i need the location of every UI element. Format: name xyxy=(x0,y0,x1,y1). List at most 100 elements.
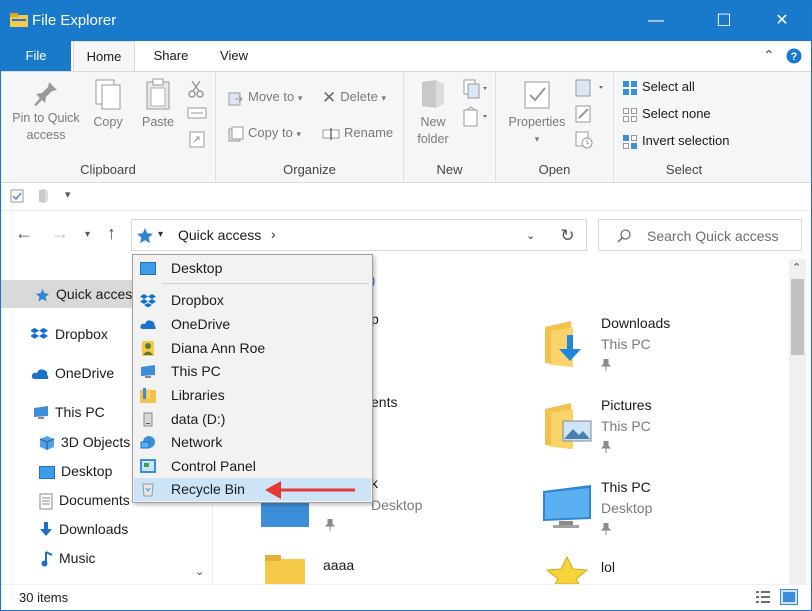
easy-access-icon[interactable] xyxy=(462,106,488,128)
search-box[interactable]: Search Quick access xyxy=(598,219,802,251)
forward-arrow-icon[interactable]: → xyxy=(51,223,69,244)
invert-selection-button[interactable]: Invert selection xyxy=(622,130,729,152)
title-bar[interactable]: File Explorer — ☐ ✕ xyxy=(1,1,811,41)
rename-icon xyxy=(322,127,340,140)
quick-access-toolbar: ▾ xyxy=(1,183,811,211)
history-icon[interactable] xyxy=(574,130,594,150)
scroll-down-chevron-icon[interactable]: ⌄ xyxy=(195,565,204,578)
properties-button[interactable]: Properties ▾ xyxy=(504,78,570,148)
edit-icon[interactable] xyxy=(574,104,594,124)
nav-item-music[interactable]: Music xyxy=(1,544,191,572)
select-none-button[interactable]: Select none xyxy=(622,103,711,125)
dropdown-item-libraries[interactable]: Libraries xyxy=(134,384,371,407)
tile-this-pc[interactable]: This PC Desktop xyxy=(537,475,777,553)
address-path[interactable]: Quick access xyxy=(178,227,261,243)
tab-file[interactable]: File xyxy=(1,41,71,71)
close-button[interactable]: ✕ xyxy=(759,1,805,41)
minimize-button[interactable]: — xyxy=(633,1,679,41)
drive-icon xyxy=(143,412,153,427)
dropdown-item-diana-ann-roe[interactable]: Diana Ann Roe xyxy=(134,337,371,360)
tile-name-aaaa[interactable]: aaaa xyxy=(323,557,354,573)
file-explorer-window: File Explorer — ☐ ✕ File Home Share View… xyxy=(0,0,812,611)
copy-to-icon xyxy=(228,126,244,142)
pin-to-quick-access-button[interactable]: Pin to Quick access xyxy=(7,78,85,144)
address-dropdown-chevron-icon[interactable]: ▾ xyxy=(158,229,163,240)
delete-button[interactable]: ✕ Delete ▾ xyxy=(322,86,386,108)
nav-item-downloads[interactable]: Downloads xyxy=(1,515,191,543)
back-arrow-icon[interactable]: ← xyxy=(15,223,33,244)
scrollbar-thumb[interactable] xyxy=(791,279,804,355)
pin-icon xyxy=(601,441,611,453)
copy-to-button[interactable]: Copy to ▾ xyxy=(228,122,301,144)
open-group-label: Open xyxy=(538,162,571,177)
new-folder-button[interactable]: New folder xyxy=(408,78,458,148)
star-folder-icon xyxy=(545,555,589,584)
desktop-icon xyxy=(39,465,55,479)
select-all-button[interactable]: Select all xyxy=(622,76,695,98)
dropdown-item-onedrive[interactable]: OneDrive xyxy=(134,313,371,336)
dropbox-icon xyxy=(31,328,49,339)
move-to-button[interactable]: Move to ▾ xyxy=(228,86,302,108)
dropdown-item-dropbox[interactable]: Dropbox xyxy=(134,289,371,312)
star-icon xyxy=(35,288,50,302)
details-view-icon[interactable] xyxy=(755,590,771,604)
select-none-icon xyxy=(623,107,637,122)
ribbon: Pin to Quick access Copy Paste Clipboard… xyxy=(1,71,811,183)
paste-button[interactable]: Paste xyxy=(137,78,179,131)
organize-group-label: Organize xyxy=(283,162,336,177)
up-arrow-icon[interactable]: ↑ xyxy=(107,223,116,244)
refresh-button[interactable]: ↻ xyxy=(549,219,587,251)
tab-view[interactable]: View xyxy=(206,41,262,71)
large-icons-view-icon[interactable] xyxy=(780,589,798,605)
copy-path-icon[interactable] xyxy=(187,106,207,120)
music-icon xyxy=(41,551,53,567)
navigation-bar: ← → ▾ ↑ ▾ Quick access › ⌄ ↻ Search Quic… xyxy=(1,211,811,259)
customize-toolbar-icon[interactable]: ▾ xyxy=(65,188,71,201)
tab-share[interactable]: Share xyxy=(141,41,201,71)
open-with-icon[interactable] xyxy=(574,78,604,98)
partial-tile-text: ents xyxy=(371,394,398,410)
select-group-label: Select xyxy=(665,162,703,177)
new-folder-icon[interactable] xyxy=(37,188,49,204)
tile-pictures[interactable]: Pictures This PC xyxy=(537,393,777,471)
address-history-chevron-icon[interactable]: ⌄ xyxy=(526,229,535,242)
tab-home[interactable]: Home xyxy=(73,41,135,72)
dropdown-item-network[interactable]: Network xyxy=(134,431,371,454)
paste-shortcut-icon[interactable] xyxy=(189,130,205,148)
new-group-label: New xyxy=(436,162,463,177)
ribbon-tab-bar: File Home Share View ⌃ ? xyxy=(1,41,811,72)
dropdown-item-data-d[interactable]: data (D:) xyxy=(134,408,371,431)
pc-icon xyxy=(34,406,48,420)
content-scrollbar[interactable]: ⌃ xyxy=(789,259,806,584)
address-bar[interactable]: ▾ Quick access › ⌄ xyxy=(131,219,587,251)
pc-icon xyxy=(141,365,155,378)
dropdown-item-desktop[interactable]: Desktop xyxy=(134,257,371,280)
rename-button[interactable]: Rename xyxy=(322,122,393,144)
item-count: 30 items xyxy=(19,590,69,605)
search-placeholder: Search Quick access xyxy=(647,228,779,244)
scroll-up-chevron-icon[interactable]: ⌃ xyxy=(792,261,801,274)
breadcrumb-chevron-icon[interactable]: › xyxy=(271,226,276,242)
pictures-folder-icon xyxy=(545,403,592,449)
recent-locations-icon[interactable]: ▾ xyxy=(85,229,90,240)
delete-icon: ✕ xyxy=(322,87,337,107)
maximize-button[interactable]: ☐ xyxy=(701,1,747,41)
cut-icon[interactable] xyxy=(187,80,205,98)
collapse-ribbon-icon[interactable]: ⌃ xyxy=(763,47,775,64)
cube-icon xyxy=(39,436,55,451)
copy-button[interactable]: Copy xyxy=(87,78,129,131)
svg-text:?: ? xyxy=(791,51,798,63)
annotation-arrow-icon xyxy=(265,481,355,499)
dropdown-item-this-pc[interactable]: This PC xyxy=(134,360,371,383)
select-all-icon xyxy=(623,80,637,95)
dropdown-item-control-panel[interactable]: Control Panel xyxy=(134,455,371,478)
dropdown-separator xyxy=(163,283,369,284)
desktop-icon xyxy=(140,262,156,275)
window-title: File Explorer xyxy=(32,12,117,29)
properties-icon[interactable] xyxy=(10,189,24,203)
help-icon[interactable]: ? xyxy=(786,48,802,64)
tile-downloads[interactable]: Downloads This PC xyxy=(537,311,777,389)
pin-icon xyxy=(325,519,335,531)
onedrive-icon xyxy=(31,369,49,380)
new-item-icon[interactable] xyxy=(462,78,488,100)
